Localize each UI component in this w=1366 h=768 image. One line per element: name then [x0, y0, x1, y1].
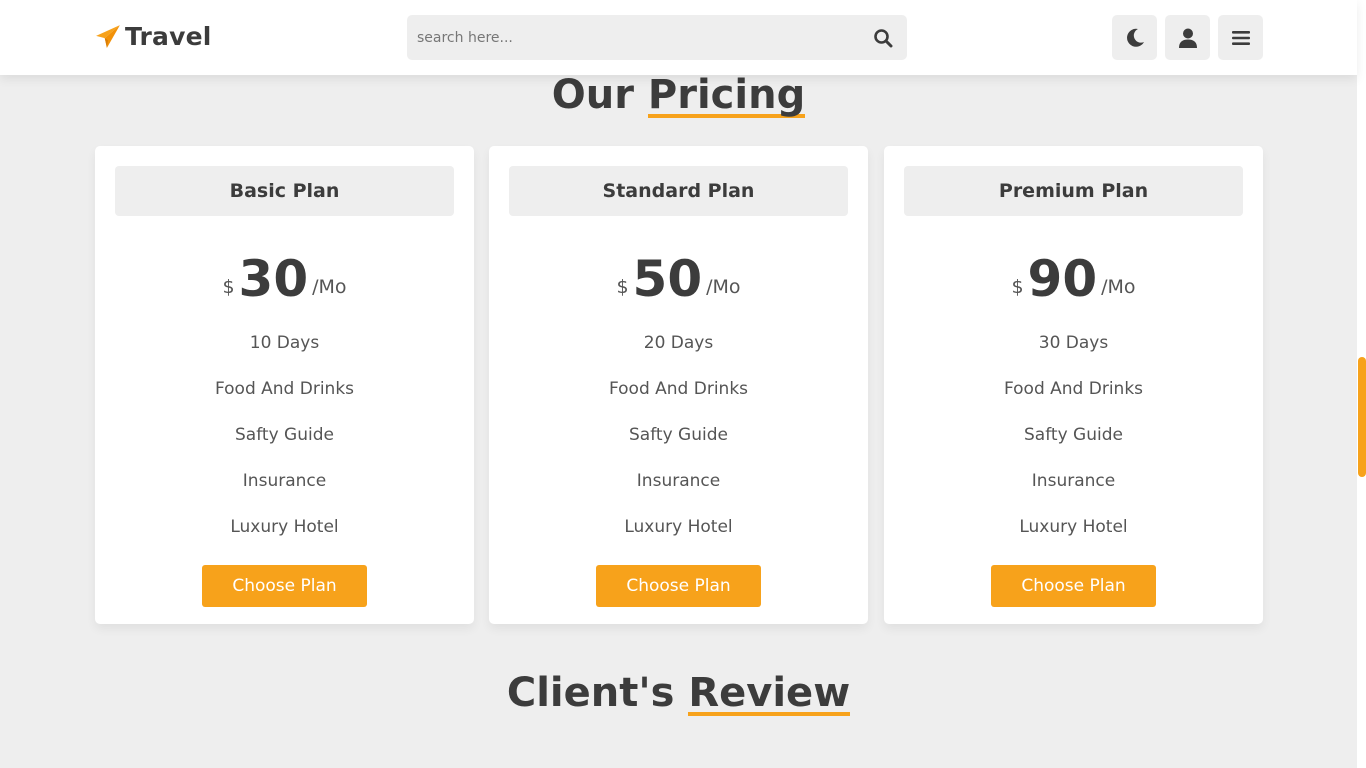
search-form: [407, 15, 907, 60]
price-currency: $: [222, 276, 235, 298]
pricing-heading: Our Pricing: [0, 72, 1357, 118]
user-icon: [1178, 28, 1197, 48]
plan-features: 20 Days Food And Drinks Safty Guide Insu…: [489, 320, 868, 550]
feature-item: Food And Drinks: [608, 379, 749, 399]
feature-item: Luxury Hotel: [1019, 517, 1128, 537]
scrollbar-thumb[interactable]: [1358, 357, 1366, 477]
feature-item: Safty Guide: [629, 425, 728, 445]
price-period: /Mo: [1101, 276, 1136, 298]
plan-price: $ 30 /Mo: [95, 244, 474, 304]
feature-item: 10 Days: [249, 333, 320, 353]
moon-icon: [1126, 28, 1144, 47]
search-button[interactable]: [859, 15, 907, 60]
header-icons: [1112, 15, 1263, 60]
feature-item: Insurance: [242, 471, 327, 491]
price-currency: $: [616, 276, 629, 298]
plan-features: 30 Days Food And Drinks Safty Guide Insu…: [884, 320, 1263, 550]
user-button[interactable]: [1165, 15, 1210, 60]
price-period: /Mo: [706, 276, 741, 298]
plan-price: $ 90 /Mo: [884, 244, 1263, 304]
review-heading: Client's Review: [0, 670, 1357, 716]
plan-title: Premium Plan: [904, 166, 1243, 216]
paper-plane-icon: [96, 24, 120, 48]
plan-features: 10 Days Food And Drinks Safty Guide Insu…: [95, 320, 474, 550]
pricing-heading-accent: Pricing: [647, 72, 806, 118]
feature-item: Luxury Hotel: [230, 517, 339, 537]
search-icon: [874, 28, 893, 47]
page-scrollbar[interactable]: [1357, 0, 1366, 768]
feature-item: Luxury Hotel: [624, 517, 733, 537]
site-header: Travel: [0, 0, 1357, 75]
plan-price: $ 50 /Mo: [489, 244, 868, 304]
plan-title: Basic Plan: [115, 166, 454, 216]
feature-item: 20 Days: [643, 333, 714, 353]
feature-item: Food And Drinks: [1003, 379, 1144, 399]
pricing-heading-prefix: Our: [551, 72, 634, 118]
menu-icon: [1231, 30, 1250, 45]
choose-plan-button[interactable]: Choose Plan: [991, 565, 1156, 607]
plan-title: Standard Plan: [509, 166, 848, 216]
price-amount: 50: [632, 250, 703, 308]
feature-item: 30 Days: [1038, 333, 1109, 353]
logo[interactable]: Travel: [95, 22, 212, 51]
review-heading-prefix: Client's: [506, 670, 675, 716]
feature-item: Safty Guide: [1024, 425, 1123, 445]
logo-text: Travel: [125, 22, 212, 51]
feature-item: Insurance: [1031, 471, 1116, 491]
pricing-card-premium: Premium Plan $ 90 /Mo 30 Days Food And D…: [884, 146, 1263, 624]
feature-item: Insurance: [636, 471, 721, 491]
review-heading-accent: Review: [688, 670, 851, 716]
feature-item: Food And Drinks: [214, 379, 355, 399]
price-amount: 90: [1027, 250, 1098, 308]
feature-item: Safty Guide: [235, 425, 334, 445]
price-amount: 30: [238, 250, 309, 308]
choose-plan-button[interactable]: Choose Plan: [202, 565, 367, 607]
search-input[interactable]: [407, 15, 859, 60]
pricing-card-basic: Basic Plan $ 30 /Mo 10 Days Food And Dri…: [95, 146, 474, 624]
choose-plan-button[interactable]: Choose Plan: [596, 565, 761, 607]
pricing-card-standard: Standard Plan $ 50 /Mo 20 Days Food And …: [489, 146, 868, 624]
price-period: /Mo: [312, 276, 347, 298]
price-currency: $: [1011, 276, 1024, 298]
theme-toggle-button[interactable]: [1112, 15, 1157, 60]
menu-button[interactable]: [1218, 15, 1263, 60]
